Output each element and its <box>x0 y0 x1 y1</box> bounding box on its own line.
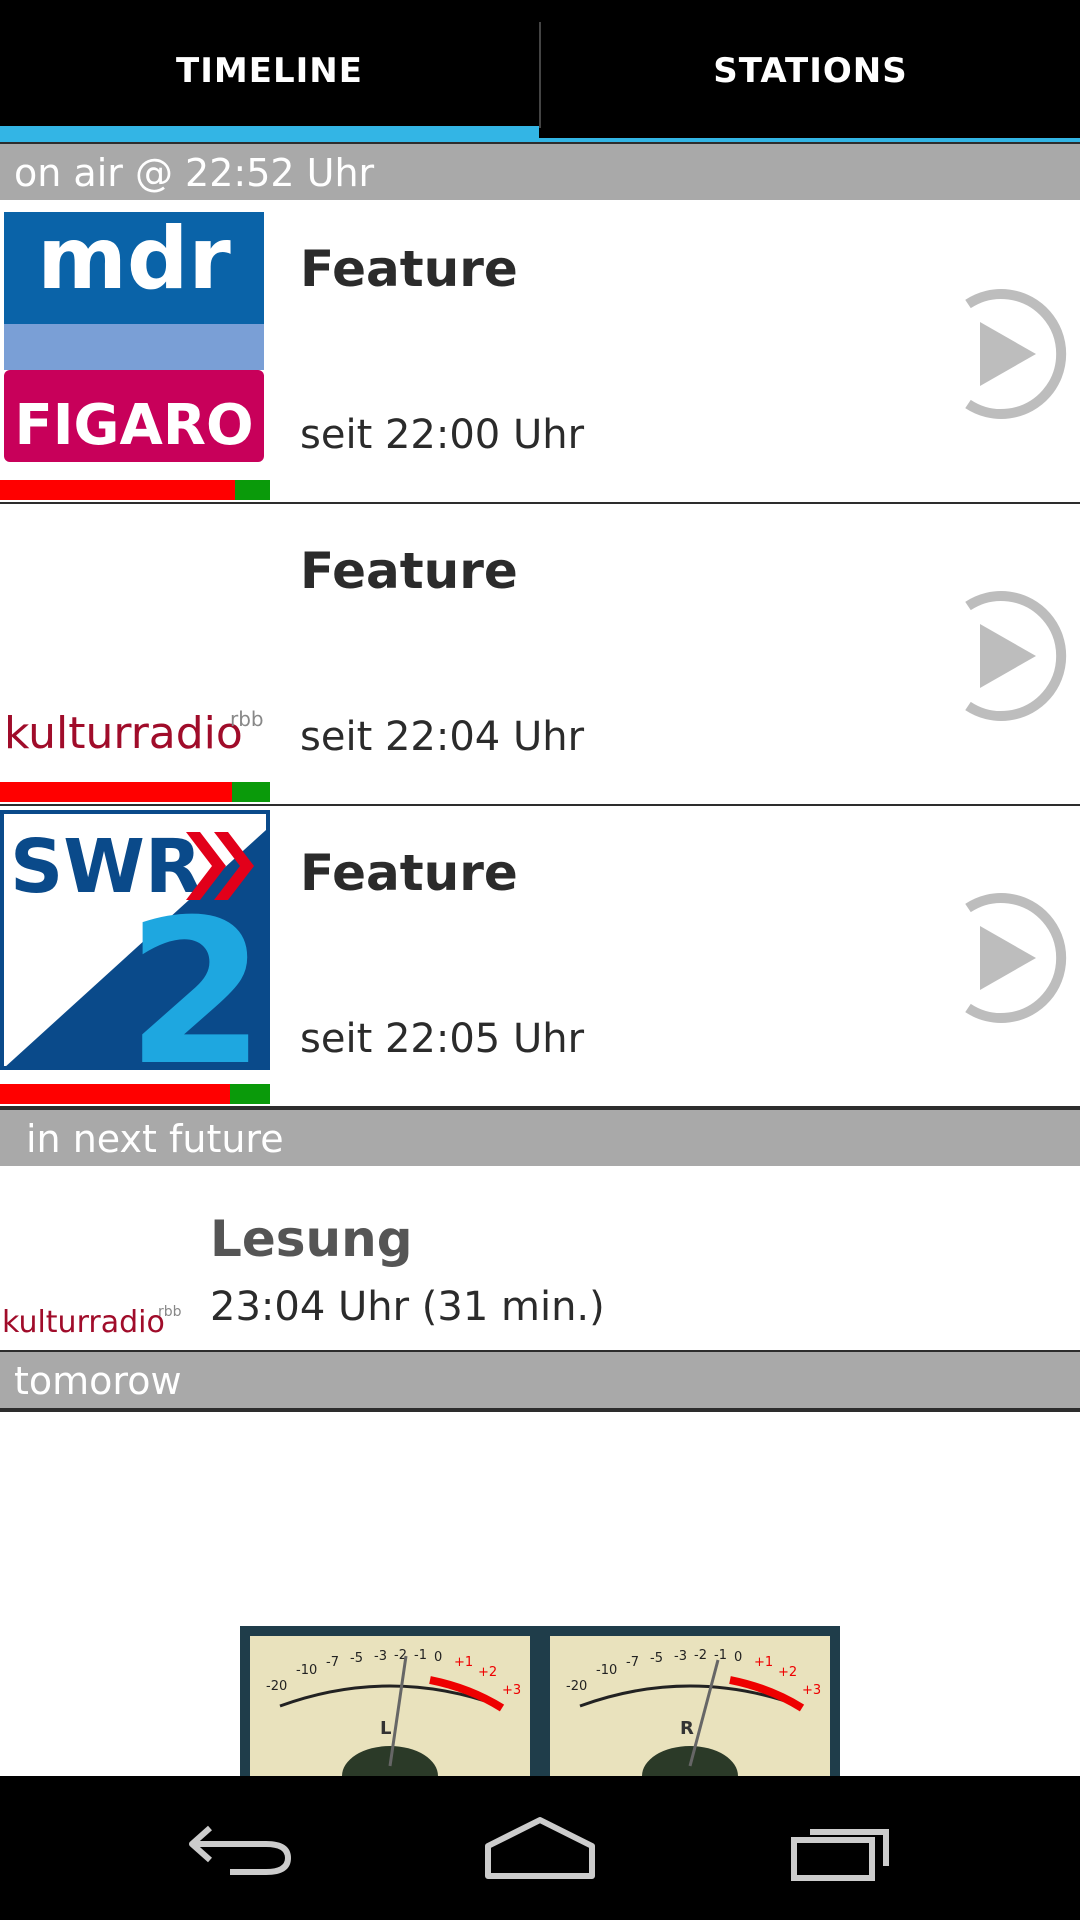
svg-text:-7: -7 <box>626 1655 639 1670</box>
svg-text:+1: +1 <box>454 1655 473 1670</box>
station-logo-kulturradio: kulturradio rbb <box>0 508 270 770</box>
recents-icon[interactable] <box>770 1806 910 1890</box>
progress-bar-fill <box>232 782 270 802</box>
svg-text:0: 0 <box>734 1650 742 1665</box>
section-header-next-future: in next future <box>0 1108 1080 1166</box>
play-circle-icon[interactable] <box>938 888 1078 1028</box>
list-item[interactable]: SWR 2 Feature seit 22:05 Uhr <box>0 806 1080 1108</box>
progress-bar-fill <box>229 1084 270 1104</box>
svg-text:-2: -2 <box>694 1648 707 1663</box>
svg-text:+3: +3 <box>502 1683 521 1698</box>
svg-text:-20: -20 <box>566 1679 587 1694</box>
program-title: Lesung <box>210 1210 413 1268</box>
vu-meter: -20 -10 -7 -5 -3 -2 -1 0 +1 +2 +3 L -20 … <box>240 1626 840 1776</box>
section-title: tomorow <box>14 1359 182 1403</box>
program-start-time: 23:04 Uhr (31 min.) <box>210 1284 605 1330</box>
progress-bar-fill <box>234 480 270 500</box>
vu-meter-right: -20 -10 -7 -5 -3 -2 -1 0 +1 +2 +3 R <box>550 1636 830 1776</box>
program-title: Feature <box>300 240 518 298</box>
program-start-time: seit 22:04 Uhr <box>300 714 585 760</box>
play-circle-icon[interactable] <box>938 586 1078 726</box>
station-logo-mdr-figaro: mdr FIGARO <box>0 206 270 468</box>
tab-stations[interactable]: STATIONS <box>541 0 1080 142</box>
progress-bar <box>0 782 270 802</box>
svg-text:-5: -5 <box>650 1651 663 1666</box>
station-logo-kulturradio: kulturradio rbb <box>2 1304 182 1340</box>
svg-text:mdr: mdr <box>37 209 231 309</box>
svg-text:kulturradio: kulturradio <box>4 708 243 759</box>
svg-text:FIGARO: FIGARO <box>14 393 253 458</box>
section-title: on air @ 22:52 Uhr <box>14 151 375 195</box>
section-title: in next future <box>26 1117 284 1161</box>
svg-text:-1: -1 <box>714 1648 727 1663</box>
svg-text:-20: -20 <box>266 1679 287 1694</box>
play-circle-icon[interactable] <box>938 284 1078 424</box>
svg-text:+3: +3 <box>802 1683 821 1698</box>
list-item[interactable]: kulturradio rbb Feature seit 22:04 Uhr <box>0 504 1080 806</box>
section-header-on-air: on air @ 22:52 Uhr <box>0 142 1080 200</box>
svg-text:+1: +1 <box>754 1655 773 1670</box>
svg-text:R: R <box>680 1718 694 1739</box>
station-logo-swr2: SWR 2 <box>0 810 270 1072</box>
program-start-time: seit 22:05 Uhr <box>300 1016 585 1062</box>
tab-timeline[interactable]: TIMELINE <box>0 0 539 142</box>
back-icon[interactable] <box>170 1806 310 1890</box>
program-title: Feature <box>300 844 518 902</box>
svg-text:-3: -3 <box>674 1649 687 1664</box>
tab-bar: TIMELINE STATIONS <box>0 0 1080 142</box>
svg-text:+2: +2 <box>478 1665 497 1680</box>
progress-bar <box>0 1084 270 1104</box>
svg-text:-1: -1 <box>414 1648 427 1663</box>
svg-text:L: L <box>380 1718 391 1739</box>
svg-text:kulturradio: kulturradio <box>2 1305 165 1340</box>
section-header-tomorrow: tomorow <box>0 1350 1080 1412</box>
svg-text:-10: -10 <box>596 1663 617 1678</box>
svg-text:rbb: rbb <box>158 1304 182 1320</box>
svg-text:+2: +2 <box>778 1665 797 1680</box>
svg-text:0: 0 <box>434 1650 442 1665</box>
svg-text:-5: -5 <box>350 1651 363 1666</box>
svg-text:-7: -7 <box>326 1655 339 1670</box>
vu-meter-left: -20 -10 -7 -5 -3 -2 -1 0 +1 +2 +3 L <box>250 1636 530 1776</box>
progress-bar <box>0 480 270 500</box>
program-title: Feature <box>300 542 518 600</box>
svg-text:-3: -3 <box>374 1649 387 1664</box>
svg-text:-10: -10 <box>296 1663 317 1678</box>
home-icon[interactable] <box>470 1806 610 1890</box>
svg-text:2: 2 <box>126 877 265 1072</box>
svg-text:rbb: rbb <box>230 707 264 731</box>
system-navigation-bar <box>0 1776 1080 1920</box>
program-start-time: seit 22:00 Uhr <box>300 412 585 458</box>
list-item[interactable]: mdr FIGARO Feature seit 22:00 Uhr <box>0 202 1080 504</box>
tab-selected-indicator <box>0 126 539 142</box>
